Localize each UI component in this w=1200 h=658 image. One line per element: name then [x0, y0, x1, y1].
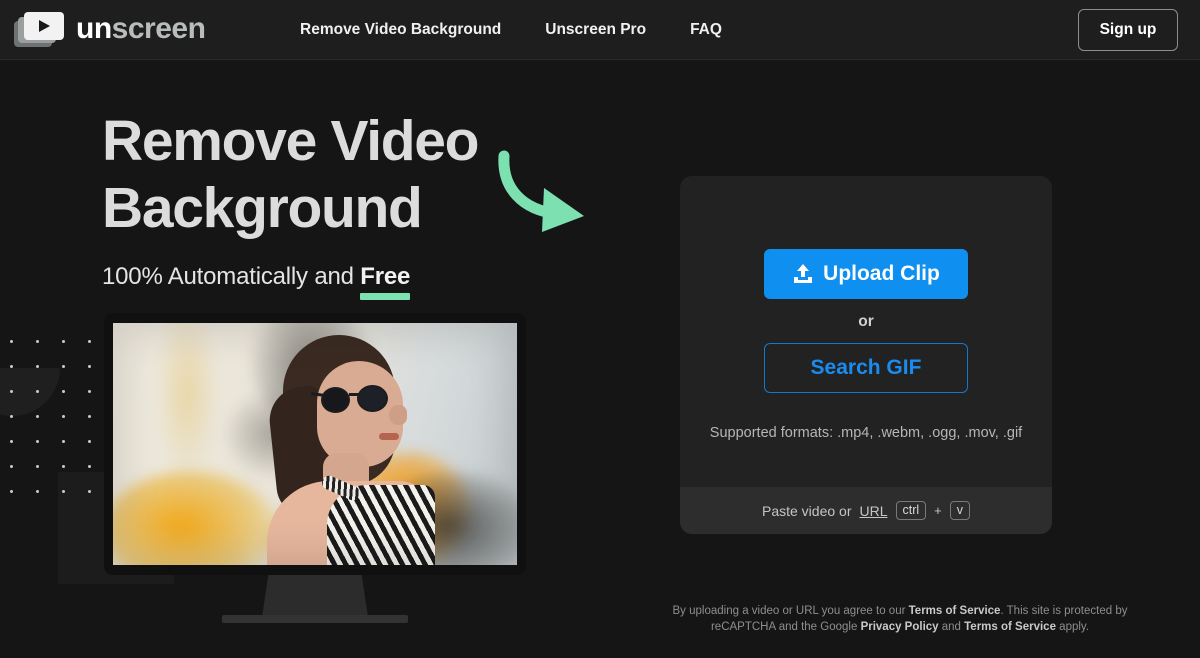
upload-clip-button[interactable]: Upload Clip — [764, 249, 968, 299]
monitor-screen — [113, 323, 517, 565]
main-nav: Remove Video Background Unscreen Pro FAQ — [300, 0, 722, 60]
decorative-dot-grid — [10, 340, 106, 500]
monitor-bezel — [104, 313, 526, 575]
url-link[interactable]: URL — [859, 503, 887, 519]
upload-card-body: Upload Clip or Search GIF Supported form… — [680, 176, 1052, 487]
legal-disclaimer: By uploading a video or URL you agree to… — [640, 604, 1160, 636]
logo-wordmark: unscreen — [76, 14, 205, 44]
kbd-plus: + — [934, 503, 942, 518]
video-preview-monitor — [104, 313, 526, 575]
legal-line2-c: and — [939, 621, 965, 633]
paste-video-footer: Paste video or URL ctrl + v — [680, 487, 1052, 534]
sign-up-button[interactable]: Sign up — [1078, 9, 1178, 51]
or-separator-label: or — [858, 313, 874, 331]
logo[interactable]: unscreen — [14, 9, 205, 49]
kbd-ctrl: ctrl — [896, 501, 927, 521]
search-gif-button[interactable]: Search GIF — [764, 343, 968, 393]
page-root: unscreen Remove Video Background Unscree… — [0, 0, 1200, 658]
page-title-line-1: Remove Video — [102, 109, 478, 173]
hero-subtitle-prefix: 100% Automatically and — [102, 263, 360, 290]
upload-clip-label: Upload Clip — [823, 262, 940, 286]
logo-text-un: un — [76, 12, 112, 45]
legal-line2-e: apply. — [1056, 621, 1089, 633]
upload-icon — [792, 263, 814, 285]
monitor-stand-neck — [262, 575, 368, 617]
legal-terms-link-1[interactable]: Terms of Service — [909, 605, 1001, 617]
logo-text-screen: screen — [112, 12, 206, 45]
nav-item-unscreen-pro[interactable]: Unscreen Pro — [545, 21, 646, 39]
hero-subtitle-highlight: Free — [360, 263, 410, 291]
video-frames-play-icon — [14, 9, 66, 49]
paste-video-label: Paste video or — [762, 503, 852, 519]
site-header: unscreen Remove Video Background Unscree… — [0, 0, 1200, 60]
upload-card: Upload Clip or Search GIF Supported form… — [680, 176, 1052, 534]
legal-terms-link-2[interactable]: Terms of Service — [964, 621, 1056, 633]
hero-subtitle: 100% Automatically and Free — [102, 263, 602, 291]
monitor-stand-base — [222, 615, 408, 623]
nav-item-remove-video-background[interactable]: Remove Video Background — [300, 21, 501, 39]
legal-line1-a: By uploading a video or URL you agree to… — [673, 605, 909, 617]
legal-line1-c: . This site is protected — [1000, 605, 1112, 617]
page-title-line-2: Background — [102, 176, 422, 240]
nav-item-faq[interactable]: FAQ — [690, 21, 722, 39]
kbd-v: v — [950, 501, 970, 521]
legal-privacy-link[interactable]: Privacy Policy — [861, 621, 939, 633]
supported-formats-label: Supported formats: .mp4, .webm, .ogg, .m… — [710, 425, 1022, 441]
curved-arrow-icon — [492, 148, 602, 243]
